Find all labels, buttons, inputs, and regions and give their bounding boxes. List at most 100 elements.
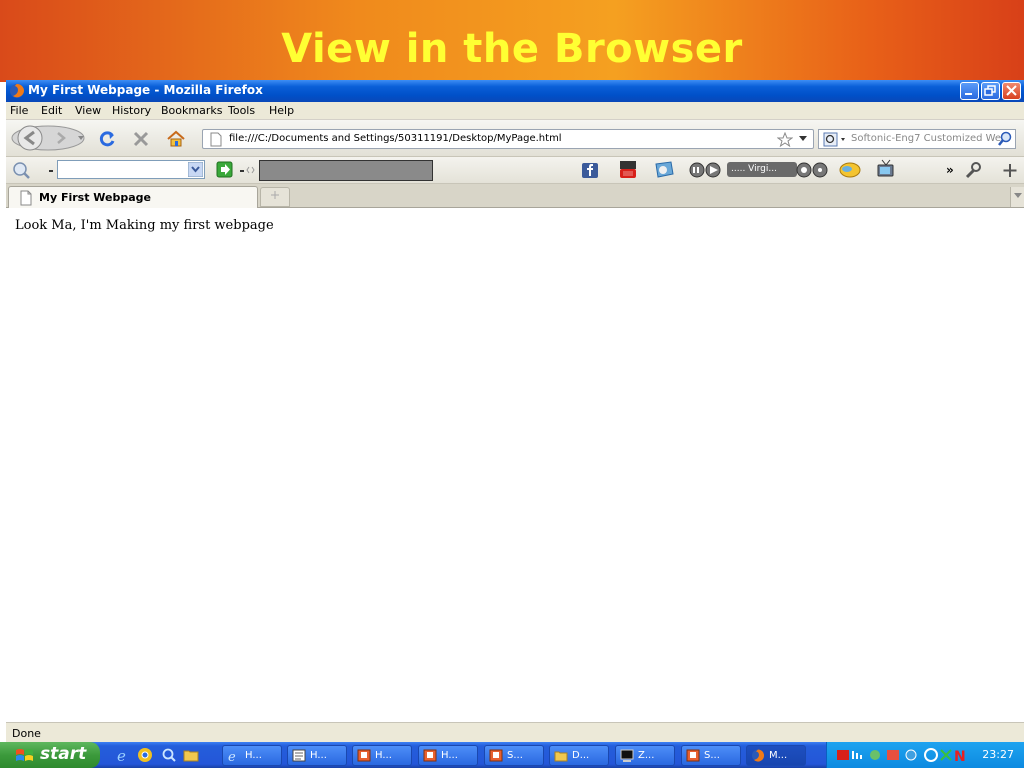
menu-bookmarks[interactable]: Bookmarks [161, 104, 222, 117]
slide-title: View in the Browser [281, 26, 743, 72]
url-text: file:///C:/Documents and Settings/503111… [229, 133, 562, 144]
ppt-icon [489, 749, 503, 762]
addon-toolbar: ..... Virgi... » [6, 157, 1024, 184]
search-quicklaunch-icon[interactable] [161, 747, 177, 763]
minimize-button[interactable] [960, 82, 979, 100]
menu-tools[interactable]: Tools [228, 104, 255, 117]
home-icon[interactable] [166, 130, 186, 148]
taskbar-item-label: H... [441, 750, 458, 761]
ppt-icon [423, 749, 437, 762]
page-icon [210, 132, 222, 147]
terminal-icon [620, 749, 634, 762]
tray-icons[interactable]: N [835, 747, 965, 763]
start-label: start [40, 744, 87, 764]
folder-icon [554, 751, 568, 762]
status-bar: Done [6, 722, 1024, 742]
windows-taskbar: start e e H... H... H... H... S... D... … [0, 742, 1024, 768]
taskbar-item-document[interactable]: H... [287, 745, 347, 766]
stop-icon[interactable] [132, 130, 150, 148]
menu-bar: File Edit View History Bookmarks Tools H… [6, 102, 1024, 120]
menu-edit[interactable]: Edit [41, 104, 62, 117]
media-player-controls[interactable] [688, 162, 728, 179]
taskbar-item-ppt[interactable]: S... [681, 745, 741, 766]
page-icon [20, 190, 32, 206]
system-tray: N 23:27 [826, 742, 1024, 768]
svg-text:e: e [117, 747, 126, 763]
svg-text:N: N [954, 749, 965, 763]
taskbar-item-folder[interactable]: D... [549, 745, 609, 766]
plus-icon[interactable] [1000, 161, 1020, 180]
go-icon[interactable] [216, 161, 256, 179]
window-titlebar[interactable]: My First Webpage - Mozilla Firefox [6, 80, 1024, 102]
volume-controls[interactable] [796, 162, 830, 179]
taskbar-item-label: D... [572, 750, 590, 761]
menu-help[interactable]: Help [269, 104, 294, 117]
taskbar-item-ppt[interactable]: H... [352, 745, 412, 766]
back-forward-buttons[interactable] [10, 124, 90, 153]
search-bar[interactable]: Softonic-Eng7 Customized We [818, 129, 1016, 149]
ie-icon: e [228, 750, 236, 762]
chat-icon[interactable] [838, 160, 862, 181]
taskbar-item-label: H... [375, 750, 392, 761]
firefox-window: My First Webpage - Mozilla Firefox File … [6, 80, 1024, 742]
svg-text:e: e [228, 750, 236, 762]
clock: 23:27 [982, 748, 1014, 761]
search-icon[interactable] [997, 131, 1013, 147]
tv-icon[interactable] [876, 159, 896, 179]
menu-view[interactable]: View [75, 104, 101, 117]
taskbar-item-label: H... [245, 750, 262, 761]
taskbar-item-ppt[interactable]: H... [418, 745, 478, 766]
tab-my-first-webpage[interactable]: My First Webpage [8, 186, 258, 208]
youtube-icon[interactable] [618, 160, 638, 180]
menu-file[interactable]: File [10, 104, 28, 117]
radio-label: ..... Virgi... [731, 164, 777, 174]
page-body-text: Look Ma, I'm Making my first webpage [15, 218, 274, 233]
bookmark-star-icon[interactable] [777, 132, 793, 147]
reload-icon[interactable] [98, 130, 116, 148]
chevron-down-icon [1013, 193, 1022, 198]
taskbar-item-ie[interactable]: e H... [222, 745, 282, 766]
restore-button[interactable] [981, 82, 1000, 100]
facebook-icon[interactable] [581, 162, 599, 179]
close-button[interactable] [1002, 82, 1021, 100]
taskbar-item-label: M... [769, 750, 788, 761]
toolbar-search-input[interactable] [57, 160, 205, 179]
tab-bar: My First Webpage [6, 184, 1024, 208]
taskbar-item-terminal[interactable]: Z... [615, 745, 675, 766]
taskbar-item-label: S... [704, 750, 720, 761]
new-tab-button[interactable] [260, 187, 290, 207]
wrench-icon[interactable] [963, 161, 983, 180]
ie-quicklaunch-icon[interactable]: e [115, 747, 131, 763]
minimize-icon [965, 93, 972, 95]
firefox-icon [752, 749, 765, 762]
chrome-quicklaunch-icon[interactable] [137, 747, 153, 763]
window-title: My First Webpage - Mozilla Firefox [28, 83, 263, 97]
toolbar-field[interactable] [259, 160, 433, 181]
ppt-icon [357, 749, 371, 762]
close-icon [1006, 85, 1017, 96]
menu-history[interactable]: History [112, 104, 151, 117]
search-engine-icon[interactable] [823, 132, 847, 147]
toolbar-search-icon[interactable] [11, 161, 55, 181]
slide-title-banner: View in the Browser [0, 0, 1024, 82]
taskbar-item-firefox[interactable]: M... [746, 745, 806, 766]
messenger-icon[interactable] [653, 160, 677, 181]
firefox-icon [10, 84, 24, 98]
start-button[interactable]: start [0, 742, 100, 768]
status-text: Done [12, 727, 41, 740]
taskbar-item-label: S... [507, 750, 523, 761]
navigation-toolbar: file:///C:/Documents and Settings/503111… [6, 120, 1024, 157]
windows-logo-icon [16, 749, 33, 761]
taskbar-item-ppt[interactable]: S... [484, 745, 544, 766]
toolbar-overflow-chevron[interactable]: » [946, 163, 954, 177]
url-dropdown-icon[interactable] [799, 136, 807, 142]
radio-station-select[interactable]: ..... Virgi... [727, 162, 797, 177]
ppt-icon [686, 749, 700, 762]
document-icon [292, 749, 306, 762]
taskbar-item-label: H... [310, 750, 327, 761]
url-bar[interactable]: file:///C:/Documents and Settings/503111… [202, 129, 814, 149]
tab-list-button[interactable] [1010, 187, 1024, 207]
tab-label: My First Webpage [39, 191, 151, 204]
chevron-down-icon[interactable] [188, 162, 203, 177]
folder-quicklaunch-icon[interactable] [183, 747, 199, 763]
